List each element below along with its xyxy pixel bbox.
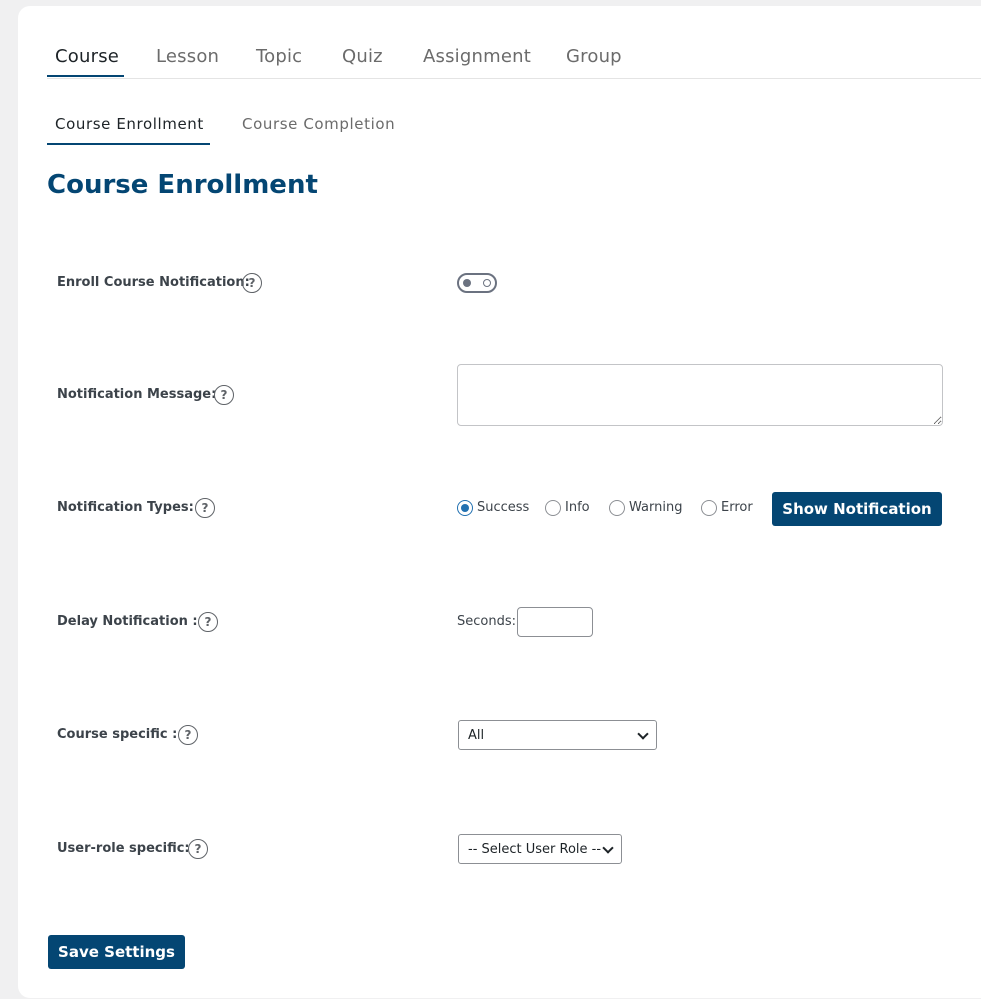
enroll-notification-toggle[interactable] — [457, 273, 497, 293]
tab-assignment[interactable]: Assignment — [423, 46, 531, 78]
active-tab-indicator — [47, 75, 124, 77]
help-icon[interactable]: ? — [242, 273, 262, 293]
user-role-select-value: -- Select User Role -- — [468, 841, 602, 857]
help-icon[interactable]: ? — [188, 839, 208, 859]
tab-lesson[interactable]: Lesson — [156, 46, 219, 78]
course-select-value: All — [468, 727, 485, 743]
page-title: Course Enrollment — [47, 170, 318, 200]
chevron-down-icon — [637, 728, 649, 740]
tab-quiz[interactable]: Quiz — [342, 46, 383, 78]
help-icon[interactable]: ? — [178, 725, 198, 745]
subtab-course-enrollment[interactable]: Course Enrollment — [55, 115, 204, 145]
help-icon[interactable]: ? — [195, 498, 215, 518]
help-icon[interactable]: ? — [214, 385, 234, 405]
radio-warning[interactable] — [609, 500, 625, 516]
seconds-input[interactable] — [517, 607, 593, 637]
tab-group[interactable]: Group — [566, 46, 622, 78]
notification-message-label: Notification Message: — [57, 387, 217, 402]
main-tabs-divider — [47, 78, 981, 79]
radio-success-label[interactable]: Success — [477, 500, 529, 515]
show-notification-button[interactable]: Show Notification — [772, 492, 942, 526]
notification-types-label: Notification Types: — [57, 500, 194, 515]
subtab-course-completion[interactable]: Course Completion — [242, 115, 395, 145]
active-subtab-indicator — [47, 143, 210, 145]
enroll-notification-label: Enroll Course Notification: — [57, 275, 250, 290]
save-settings-button[interactable]: Save Settings — [48, 935, 185, 969]
delay-notification-label: Delay Notification : — [57, 614, 198, 629]
tab-course[interactable]: Course — [55, 46, 119, 78]
notification-message-textarea[interactable] — [457, 364, 943, 426]
help-icon[interactable]: ? — [198, 612, 218, 632]
user-role-specific-label: User-role specific: — [57, 841, 190, 856]
chevron-down-icon — [602, 842, 614, 854]
radio-success[interactable] — [457, 500, 473, 516]
toggle-knob — [463, 279, 471, 287]
course-select[interactable]: All — [458, 720, 657, 750]
user-role-select[interactable]: -- Select User Role -- — [458, 834, 622, 864]
radio-error-label[interactable]: Error — [721, 500, 753, 515]
radio-error[interactable] — [701, 500, 717, 516]
radio-info[interactable] — [545, 500, 561, 516]
tab-topic[interactable]: Topic — [256, 46, 302, 78]
course-specific-label: Course specific : — [57, 727, 178, 742]
radio-info-label[interactable]: Info — [565, 500, 590, 515]
radio-warning-label[interactable]: Warning — [629, 500, 682, 515]
seconds-label: Seconds: — [457, 614, 516, 629]
toggle-off-indicator — [483, 279, 491, 287]
